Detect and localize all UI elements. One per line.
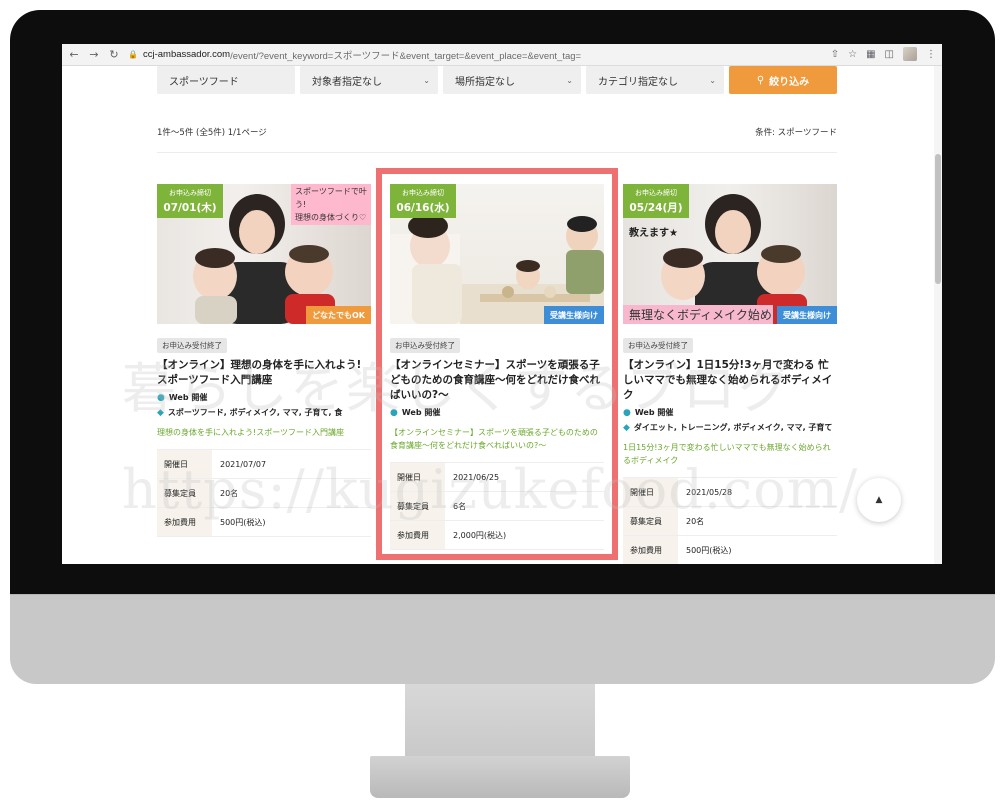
reload-icon[interactable]: ↻: [106, 47, 122, 63]
detail-value: 500円(税込): [686, 545, 732, 555]
extensions-icon[interactable]: ▦: [866, 49, 875, 60]
place-select[interactable]: 場所指定なし ⌄: [443, 66, 581, 94]
deadline-badge: お申込み締切 07/01(木): [157, 184, 223, 218]
deadline-label: お申込み締切: [635, 189, 677, 197]
tag-icon: ◆: [623, 422, 630, 433]
category-select[interactable]: カテゴリ指定なし ⌄: [586, 66, 724, 94]
event-image[interactable]: お申込み締切 05/24(月) 教えます★ 無理なくボディメイク始め 受講生様向…: [623, 184, 837, 324]
chevron-down-icon: ⌄: [566, 75, 573, 85]
search-icon: ⚲: [756, 74, 765, 86]
more-menu-icon[interactable]: ⋮: [926, 49, 936, 60]
keyword-input[interactable]: スポーツフード: [157, 66, 295, 94]
image-caption-bottom: 無理なくボディメイク始め: [623, 305, 773, 324]
keyword-value: スポーツフード: [169, 76, 239, 88]
deadline-badge: お申込み締切 05/24(月): [623, 184, 689, 218]
divider: [157, 152, 837, 153]
filter-button[interactable]: ⚲ 絞り込み: [729, 66, 837, 94]
url-host: ccj-ambassador.com: [142, 49, 231, 60]
filter-bar: スポーツフード 対象者指定なし ⌄ 場所指定なし ⌄ カテゴリ指定なし ⌄ ⚲ 絞り込み: [157, 66, 837, 94]
watermark-url: https://kugizukefood.com/: [122, 458, 859, 521]
monitor-stand-foot: [370, 756, 630, 798]
result-condition: 条件: スポーツフード: [755, 128, 837, 138]
chevron-down-icon: ⌄: [709, 75, 716, 85]
chevron-up-icon: ▲: [875, 495, 883, 505]
audience-badge: どなたでもOK: [306, 306, 371, 324]
results-summary: 1件〜5件 (全5件) 1/1ページ 条件: スポーツフード: [157, 126, 837, 138]
profile-avatar[interactable]: [903, 47, 917, 61]
detail-key: 参加費用: [623, 536, 678, 564]
place-value: 場所指定なし: [455, 76, 515, 88]
event-tags: ◆ ダイエット, トレーニング, ボディメイク, ママ, 子育て: [623, 422, 837, 433]
share-icon[interactable]: ⇧: [831, 49, 839, 60]
image-caption: スポーツフードで叶う! 理想の身体づくり♡: [291, 184, 371, 225]
imac-mockup: ← → ↻ 🔒 ccj-ambassador.com/event/?event_…: [0, 0, 1000, 804]
browser-actions: ⇧ ☆ ▦ ◫ ⋮: [831, 47, 936, 61]
target-select[interactable]: 対象者指定なし ⌄: [300, 66, 438, 94]
tags-text[interactable]: ダイエット, トレーニング, ボディメイク, ママ, 子育て: [634, 422, 833, 433]
deadline-label: お申込み締切: [169, 189, 211, 197]
scrollbar-thumb[interactable]: [935, 154, 941, 284]
target-value: 対象者指定なし: [312, 76, 382, 88]
deadline-date: 05/24(月): [629, 202, 683, 214]
scrollbar[interactable]: [934, 66, 942, 564]
screen: ← → ↻ 🔒 ccj-ambassador.com/event/?event_…: [62, 44, 942, 564]
url-path: /event/?event_keyword=スポーツフード&event_targ…: [230, 50, 582, 62]
monitor-stand-neck: [405, 684, 595, 756]
arrow-left-icon[interactable]: ←: [66, 47, 82, 63]
monitor-chin: [10, 594, 995, 684]
event-description: 理想の身体を手に入れよう!スポーツフード入門講座: [157, 428, 345, 437]
star-icon[interactable]: ☆: [848, 49, 857, 60]
deadline-date: 07/01(木): [163, 202, 217, 214]
watermark-text: 暮らしを楽しくするブログ: [122, 357, 794, 420]
chin-divider: [10, 594, 995, 595]
detail-row: 参加費用 500円(税込): [623, 536, 837, 564]
scroll-to-top-button[interactable]: ▲: [857, 478, 901, 522]
lock-icon: 🔒: [128, 50, 138, 59]
image-caption: 教えます★: [629, 228, 678, 239]
arrow-right-icon[interactable]: →: [86, 47, 102, 63]
event-image[interactable]: お申込み締切 07/01(木) スポーツフードで叶う! 理想の身体づくり♡ どな…: [157, 184, 371, 324]
chevron-down-icon: ⌄: [423, 75, 430, 85]
filter-button-label: 絞り込み: [769, 76, 810, 88]
result-count: 1件〜5件 (全5件) 1/1ページ: [157, 128, 267, 138]
browser-toolbar: ← → ↻ 🔒 ccj-ambassador.com/event/?event_…: [62, 44, 942, 66]
address-bar[interactable]: 🔒 ccj-ambassador.com/event/?event_keywor…: [128, 48, 581, 62]
category-value: カテゴリ指定なし: [598, 76, 678, 88]
audience-badge: 受講生様向け: [777, 306, 837, 324]
sidepanel-icon[interactable]: ◫: [885, 49, 894, 60]
